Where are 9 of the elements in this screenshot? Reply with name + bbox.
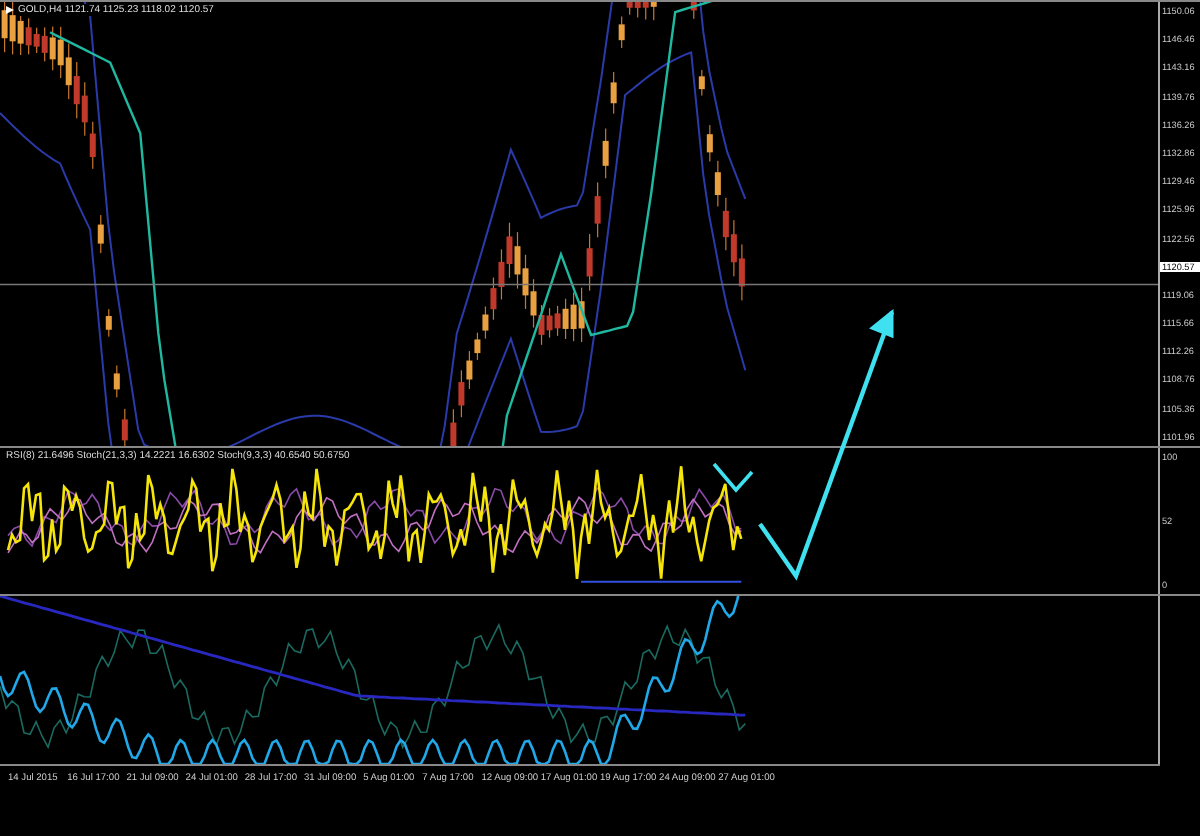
candle [105, 309, 112, 337]
candle [690, 2, 697, 19]
candle [602, 128, 609, 179]
candle [698, 69, 705, 96]
candle [97, 215, 104, 254]
candle [610, 71, 617, 114]
candle [113, 365, 120, 398]
candle [121, 408, 128, 446]
triangle-icon [6, 6, 14, 14]
